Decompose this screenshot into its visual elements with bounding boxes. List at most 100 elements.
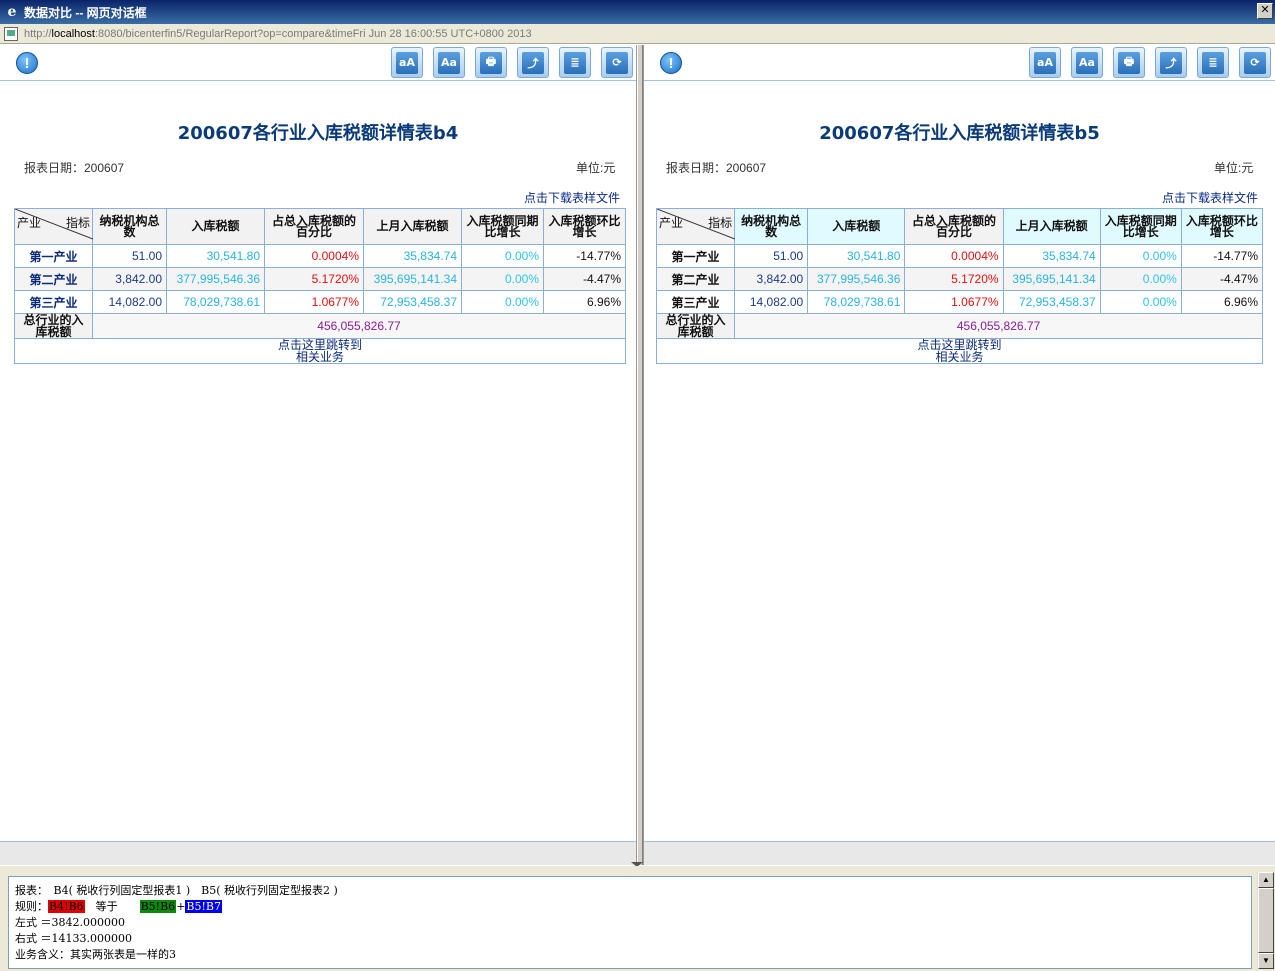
related-business-link[interactable]: 点击这里跳转到 相关业务 [14, 338, 626, 364]
table-cell: 0.00% [461, 290, 544, 314]
table-row: 第三产业 14,082.00 78,029,738.61 1.0677% 72,… [655, 290, 1264, 314]
right-report-pane: ! aA Aa 🖶 ⤴ ≣ ⟳ 200607各行业入库税额详情表b5 报表日期：… [643, 45, 1275, 865]
address-host: localhost [51, 27, 95, 40]
column-header: 入库税额同期比增长 [1099, 208, 1182, 245]
corner-bottom-label: 产业 [659, 216, 684, 230]
row-header: 第三产业 [655, 290, 736, 314]
excel-export-icon: ≣ [1202, 51, 1224, 74]
table-cell: 35,834.74 [1002, 244, 1101, 268]
font-decrease-button[interactable]: aA [391, 47, 423, 78]
print-button[interactable]: 🖶 [475, 47, 507, 78]
table-cell: -14.77% [543, 244, 626, 268]
pdf-export-icon: ⤴ [1160, 51, 1182, 74]
font-increase-icon: Aa [438, 51, 460, 74]
table-cell: 0.00% [1099, 267, 1182, 291]
table-row: 第三产业 14,082.00 78,029,738.61 1.0677% 72,… [14, 290, 626, 314]
refresh-icon: ⟳ [606, 51, 628, 74]
table-cell: 3,842.00 [92, 267, 167, 291]
row-header: 第二产业 [655, 267, 736, 291]
refresh-button[interactable]: ⟳ [601, 47, 633, 78]
table-cell: 5.1720% [264, 267, 364, 291]
table-cell: 395,695,141.34 [363, 267, 462, 291]
column-header: 入库税额同期比增长 [461, 208, 544, 245]
scroll-down-button[interactable]: ▼ [1258, 953, 1274, 969]
table-cell: -4.47% [543, 267, 626, 291]
column-header: 占总入库税额的百分比 [264, 208, 364, 245]
column-header: 纳税机构总数 [92, 208, 167, 245]
table-cell: 0.00% [461, 244, 544, 268]
address-bar: http://localhost:8080/bicenterfin5/Regul… [0, 24, 1275, 44]
column-header: 纳税机构总数 [734, 208, 809, 245]
report-unit: 单位:元 [1214, 161, 1254, 175]
print-button[interactable]: 🖶 [1113, 47, 1145, 78]
table-cell: 14,082.00 [92, 290, 167, 314]
left-expression: 左式 ＝3842.000000 [15, 916, 125, 929]
table-cell: 0.00% [1099, 290, 1182, 314]
table-corner-header: 指标 产业 [14, 208, 93, 245]
report-date: 报表日期：200607 [666, 161, 767, 175]
address-prefix: http:// [24, 27, 52, 40]
info-scrollbar[interactable]: ▲ ▼ [1257, 872, 1274, 969]
report-table: 指标 产业 纳税机构总数 入库税额 占总入库税额的百分比 上月入库税额 入库税额… [14, 208, 626, 364]
font-increase-button[interactable]: Aa [433, 47, 465, 78]
rule-right-cell-b: B5!B7 [185, 900, 222, 913]
total-value: 456,055,826.77 [734, 313, 1263, 339]
info-icon[interactable]: ! [660, 52, 682, 74]
address-rest: :8080/bicenterfin5/RegularReport?op=comp… [94, 27, 532, 40]
column-header: 上月入库税额 [363, 208, 462, 245]
column-header: 入库税额环比增长 [1180, 208, 1264, 245]
column-header: 入库税额 [807, 208, 906, 245]
table-row: 第一产业 51.00 30,541.80 0.0004% 35,834.74 0… [14, 244, 626, 268]
table-cell: 0.00% [461, 267, 544, 291]
pane-footer [644, 841, 1275, 865]
download-template-link[interactable]: 点击下载表样文件 [14, 186, 620, 208]
pdf-export-icon: ⤴ [522, 51, 544, 74]
font-decrease-icon: aA [1034, 51, 1056, 74]
column-header: 上月入库税额 [1002, 208, 1101, 245]
rule-left-cell: B4!B6 [48, 900, 85, 913]
font-increase-button[interactable]: Aa [1071, 47, 1103, 78]
table-cell: 0.0004% [904, 244, 1004, 268]
table-cell: 395,695,141.34 [1002, 267, 1101, 291]
scroll-up-button[interactable]: ▲ [1258, 872, 1274, 888]
table-corner-header: 指标 产业 [655, 208, 736, 245]
corner-bottom-label: 产业 [17, 216, 42, 230]
ie-logo-icon: e [7, 4, 17, 20]
download-template-link[interactable]: 点击下载表样文件 [656, 186, 1258, 208]
table-row: 第二产业 3,842.00 377,995,546.36 5.1720% 395… [655, 267, 1264, 291]
close-button[interactable]: ✕ [1257, 3, 1273, 19]
corner-top-label: 指标 [708, 216, 733, 230]
report-date: 报表日期：200607 [24, 161, 125, 175]
report-unit: 单位:元 [576, 161, 616, 175]
rule-right-cell-a: B5!B6 [139, 900, 177, 913]
table-cell: 72,953,458.37 [363, 290, 462, 314]
font-decrease-button[interactable]: aA [1029, 47, 1061, 78]
table-cell: 72,953,458.37 [1002, 290, 1101, 314]
report-table: 指标 产业 纳税机构总数 入库税额 占总入库税额的百分比 上月入库税额 入库税额… [655, 208, 1264, 364]
scroll-thumb[interactable] [1258, 888, 1274, 953]
left-report-pane: ! aA Aa 🖶 ⤴ ≣ ⟳ 200607各行业入库税额详情表b4 报表日期：… [0, 45, 637, 865]
pdf-export-button[interactable]: ⤴ [1155, 47, 1187, 78]
table-cell: -4.47% [1180, 267, 1264, 291]
table-cell: 14,082.00 [734, 290, 809, 314]
page-icon [4, 26, 18, 41]
column-header: 入库税额 [166, 208, 265, 245]
pdf-export-button[interactable]: ⤴ [517, 47, 549, 78]
table-cell: 78,029,738.61 [807, 290, 906, 314]
info-icon[interactable]: ! [16, 52, 38, 74]
reports-line: 报表： B4( 税收行列固定型报表1 ) B5( 税收行列固定型报表2 ) [15, 884, 338, 897]
related-business-link[interactable]: 点击这里跳转到 相关业务 [656, 338, 1263, 364]
table-cell: 0.0004% [264, 244, 364, 268]
window-titlebar: e 数据对比 -- 网页对话框 ✕ [0, 0, 1275, 24]
table-row: 第二产业 3,842.00 377,995,546.36 5.1720% 395… [14, 267, 626, 291]
jump-line-2: 相关业务 [935, 350, 984, 364]
table-cell: 30,541.80 [166, 244, 265, 268]
excel-export-button[interactable]: ≣ [1197, 47, 1229, 78]
table-cell: 51.00 [92, 244, 167, 268]
pane-footer [0, 841, 636, 865]
refresh-button[interactable]: ⟳ [1239, 47, 1271, 78]
total-value: 456,055,826.77 [92, 313, 626, 339]
window-title: 数据对比 -- 网页对话框 [24, 5, 147, 20]
excel-export-button[interactable]: ≣ [559, 47, 591, 78]
business-meaning: 业务含义：其实两张表是一样的3 [15, 948, 176, 961]
